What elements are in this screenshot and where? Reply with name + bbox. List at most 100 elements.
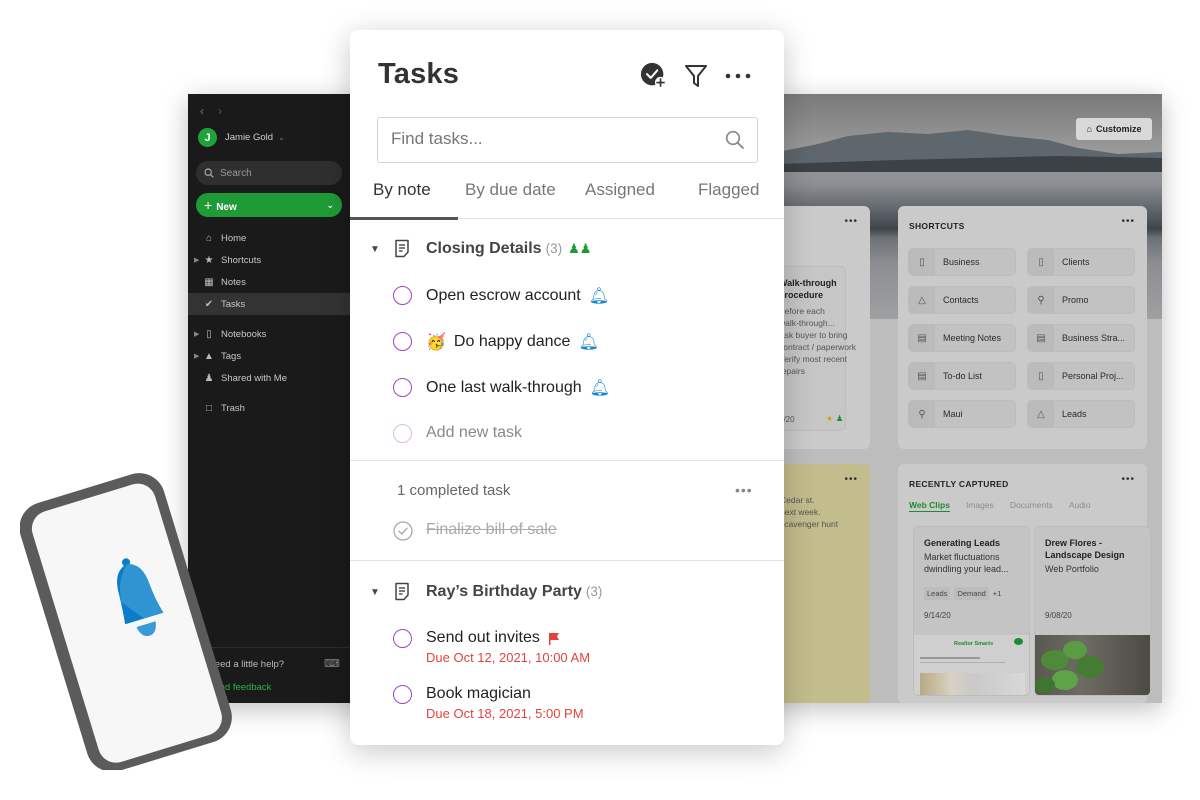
sidebar-item-tags[interactable]: ▶ ▲ Tags bbox=[188, 345, 353, 367]
tab-flagged[interactable]: Flagged bbox=[698, 180, 759, 200]
tag-chip[interactable]: Demand bbox=[954, 587, 989, 600]
group-title: Ray’s Birthday Party (3) bbox=[426, 583, 602, 601]
shortcut-item[interactable]: ⚲ Maui bbox=[908, 400, 1016, 428]
expand-caret-icon[interactable]: ▶ bbox=[194, 256, 199, 264]
shortcut-item[interactable]: ▯ Personal Proj... bbox=[1027, 362, 1135, 390]
completed-tasks-toggle[interactable]: 1 completed task bbox=[397, 482, 510, 499]
new-button[interactable]: + New ⌄ bbox=[196, 193, 342, 217]
expand-caret-icon[interactable]: ▶ bbox=[194, 330, 199, 338]
web-clip-card[interactable]: Generating Leads Market fluctuations dwi… bbox=[913, 526, 1030, 696]
search-icon: ⚲ bbox=[909, 401, 935, 427]
widget-more-icon[interactable]: ••• bbox=[1121, 216, 1135, 227]
sidebar-item-label: Tags bbox=[221, 350, 242, 362]
new-label: New bbox=[216, 202, 237, 213]
home-dashboard: ⌂ Customize ••• Walk-through procedure B… bbox=[758, 94, 1162, 703]
nav-arrows: ‹ › bbox=[200, 104, 222, 118]
add-task-button[interactable] bbox=[640, 62, 668, 90]
sidebar-item-shortcuts[interactable]: ▶ ★ Shortcuts bbox=[188, 249, 353, 271]
task-group-header[interactable]: ▼ Ray’s Birthday Party (3) bbox=[350, 577, 784, 607]
task-item[interactable]: One last walk-through 🔔︎ bbox=[350, 375, 784, 401]
notebook-icon: ▯ bbox=[909, 249, 935, 275]
group-count: (3) bbox=[545, 241, 563, 256]
task-checkbox[interactable] bbox=[393, 332, 412, 351]
notebook-icon: ▯ bbox=[1028, 249, 1054, 275]
completed-more-icon[interactable]: ••• bbox=[735, 482, 753, 498]
group-title: Closing Details (3) ♟♟ bbox=[426, 240, 591, 258]
web-clip-desc: Web Portfolio bbox=[1045, 564, 1099, 574]
tab-documents[interactable]: Documents bbox=[1010, 500, 1053, 512]
completed-task-item[interactable]: Finalize bill of sale bbox=[350, 518, 784, 544]
shortcut-item[interactable]: ▯ Business bbox=[908, 248, 1016, 276]
find-tasks-input[interactable] bbox=[391, 129, 711, 149]
task-checkbox[interactable] bbox=[393, 629, 412, 648]
sidebar-item-notes[interactable]: ▦ Notes bbox=[188, 271, 353, 293]
task-label-row: One last walk-through 🔔︎ bbox=[426, 378, 610, 398]
tab-assigned[interactable]: Assigned bbox=[585, 180, 655, 200]
sidebar-item-tasks[interactable]: ✔ Tasks bbox=[188, 293, 353, 315]
search-icon[interactable] bbox=[725, 130, 745, 150]
add-new-task[interactable]: Add new task bbox=[350, 421, 784, 447]
shortcut-item[interactable]: △ Contacts bbox=[908, 286, 1016, 314]
home-edit-icon: ⌂ bbox=[1086, 124, 1092, 134]
shortcut-label: Leads bbox=[1062, 409, 1087, 419]
chevron-down-icon[interactable]: ⌄ bbox=[326, 200, 334, 211]
star-icon: ★ bbox=[204, 254, 214, 266]
note-card-title: Walk-through procedure bbox=[779, 278, 837, 300]
tab-by-due-date[interactable]: By due date bbox=[465, 180, 556, 200]
task-checkbox[interactable] bbox=[393, 378, 412, 397]
find-tasks-field[interactable] bbox=[377, 117, 758, 163]
filter-button[interactable] bbox=[682, 62, 710, 90]
flag-icon[interactable] bbox=[548, 632, 560, 645]
task-due-date: Due Oct 12, 2021, 10:00 AM bbox=[426, 650, 591, 665]
tasks-toolbar bbox=[640, 62, 752, 90]
sidebar-item-trash[interactable]: □ Trash bbox=[188, 397, 353, 419]
tab-images[interactable]: Images bbox=[966, 500, 994, 512]
keyboard-icon[interactable]: ⌨ bbox=[324, 657, 340, 670]
completed-check-icon[interactable] bbox=[393, 521, 413, 541]
tab-web-clips[interactable]: Web Clips bbox=[909, 500, 950, 512]
shortcut-item[interactable]: ▤ To-do List bbox=[908, 362, 1016, 390]
expand-caret-icon[interactable]: ▶ bbox=[194, 352, 199, 360]
more-options-button[interactable] bbox=[724, 62, 752, 90]
more-options-icon bbox=[725, 73, 751, 79]
widget-more-icon[interactable]: ••• bbox=[1121, 474, 1135, 485]
scratch-pad-text[interactable]: Cedar st. next week. scavenger hunt bbox=[780, 494, 838, 530]
recently-captured-title: RECENTLY CAPTURED bbox=[909, 479, 1009, 489]
sidebar-search[interactable]: Search bbox=[196, 161, 342, 185]
account-switcher[interactable]: J Jamie Gold ⌄ bbox=[198, 128, 285, 147]
sidebar-item-home[interactable]: ⌂ Home bbox=[188, 227, 353, 249]
tag-chip[interactable]: Leads bbox=[924, 587, 951, 600]
shortcut-item[interactable]: ▤ Business Stra... bbox=[1027, 324, 1135, 352]
forward-arrow-icon[interactable]: › bbox=[218, 104, 222, 118]
tab-audio[interactable]: Audio bbox=[1069, 500, 1091, 512]
tab-by-note[interactable]: By note bbox=[373, 180, 431, 200]
sidebar-item-shared[interactable]: ♟ Shared with Me bbox=[188, 367, 353, 389]
note-icon: ▤ bbox=[909, 363, 935, 389]
reminder-bell-icon[interactable]: 🔔︎ bbox=[590, 378, 610, 398]
task-group-header[interactable]: ▼ Closing Details (3) ♟♟ bbox=[350, 234, 784, 264]
sidebar-item-notebooks[interactable]: ▶ ▯ Notebooks bbox=[188, 323, 353, 345]
task-label: One last walk-through bbox=[426, 379, 582, 396]
shortcut-label: Promo bbox=[1062, 295, 1089, 305]
task-item[interactable]: Book magician Due Oct 18, 2021, 5:00 PM bbox=[350, 682, 784, 721]
widget-more-icon[interactable]: ••• bbox=[844, 216, 858, 227]
widget-more-icon[interactable]: ••• bbox=[844, 474, 858, 485]
task-item[interactable]: 🥳 Do happy dance 🔔︎ bbox=[350, 329, 784, 355]
collapse-caret-icon[interactable]: ▼ bbox=[370, 587, 380, 598]
shortcut-item[interactable]: ⚲ Promo bbox=[1027, 286, 1135, 314]
shortcut-item[interactable]: △ Leads bbox=[1027, 400, 1135, 428]
task-checkbox[interactable] bbox=[393, 685, 412, 704]
customize-button[interactable]: ⌂ Customize bbox=[1076, 118, 1152, 140]
reminder-bell-icon[interactable]: 🔔︎ bbox=[578, 332, 598, 352]
reminder-bell-icon[interactable]: 🔔︎ bbox=[589, 286, 609, 306]
add-task-label[interactable]: Add new task bbox=[426, 424, 522, 442]
shortcut-item[interactable]: ▯ Clients bbox=[1027, 248, 1135, 276]
task-checkbox[interactable] bbox=[393, 286, 412, 305]
web-clip-card[interactable]: Drew Flores - Landscape Design Web Portf… bbox=[1034, 526, 1151, 696]
shortcut-item[interactable]: ▤ Meeting Notes bbox=[908, 324, 1016, 352]
task-item[interactable]: Open escrow account 🔔︎ bbox=[350, 283, 784, 309]
task-item[interactable]: Send out invites Due Oct 12, 2021, 10:00… bbox=[350, 626, 784, 665]
collapse-caret-icon[interactable]: ▼ bbox=[370, 244, 380, 255]
back-arrow-icon[interactable]: ‹ bbox=[200, 104, 204, 118]
search-icon: ⚲ bbox=[1028, 287, 1054, 313]
